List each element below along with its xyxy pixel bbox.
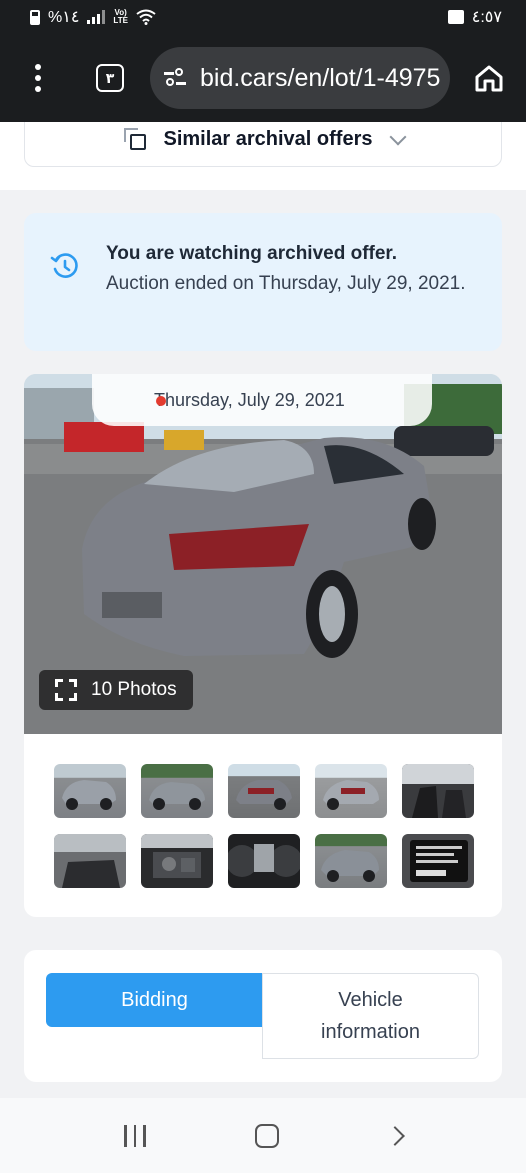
tab-bidding-label: Bidding bbox=[121, 988, 188, 1011]
status-left: %١٤ Vo) LTE bbox=[30, 7, 156, 27]
thumbnail-1[interactable] bbox=[54, 764, 126, 818]
photo-gallery: Thursday, July 29, 2021 10 Photos bbox=[24, 374, 502, 917]
battery-percent: %١٤ bbox=[48, 9, 80, 26]
browser-toolbar: ٣ bid.cars/en/lot/1-4975 bbox=[0, 34, 526, 122]
similar-offers-dropdown[interactable]: Similar archival offers bbox=[24, 122, 502, 167]
chevron-down-icon bbox=[389, 128, 407, 145]
status-bar: %١٤ Vo) LTE ٤:٥٧ bbox=[0, 0, 526, 34]
status-right: ٤:٥٧ bbox=[447, 7, 502, 27]
tab-count: ٣ bbox=[105, 69, 115, 86]
tab-switcher-button[interactable]: ٣ bbox=[96, 64, 124, 92]
site-settings-icon[interactable] bbox=[164, 68, 186, 88]
thumbnail-3[interactable] bbox=[228, 764, 300, 818]
browser-menu-icon[interactable] bbox=[28, 64, 48, 92]
notice-title: You are watching archived offer. bbox=[106, 243, 398, 264]
thumbnail-2[interactable] bbox=[141, 764, 213, 818]
history-icon bbox=[50, 253, 78, 278]
thumbnail-5[interactable] bbox=[402, 764, 474, 818]
tab-vehicle-information-label: Vehicle information bbox=[321, 989, 420, 1043]
thumbnail-9[interactable] bbox=[315, 834, 387, 888]
photos-count-button[interactable]: 10 Photos bbox=[39, 670, 193, 710]
photos-count-label: 10 Photos bbox=[91, 679, 177, 700]
thumbnail-8[interactable] bbox=[228, 834, 300, 888]
signal-icon bbox=[87, 10, 106, 24]
notice-body: Auction ended on Thursday, July 29, 2021… bbox=[106, 273, 466, 294]
gallery-notification-icon bbox=[447, 10, 464, 24]
notice-text: You are watching archived offer. Auction… bbox=[106, 239, 466, 351]
copy-icon bbox=[122, 126, 150, 154]
main-photo[interactable]: Thursday, July 29, 2021 10 Photos bbox=[24, 374, 502, 734]
auction-date: Thursday, July 29, 2021 bbox=[154, 389, 345, 410]
thumbnail-4[interactable] bbox=[315, 764, 387, 818]
archived-notice: You are watching archived offer. Auction… bbox=[24, 213, 502, 351]
back-icon[interactable] bbox=[384, 1125, 405, 1146]
thumbnail-6[interactable] bbox=[54, 834, 126, 888]
system-navigation-bar bbox=[0, 1098, 526, 1173]
home-icon[interactable] bbox=[474, 64, 504, 92]
auction-date-label: Thursday, July 29, 2021 bbox=[92, 374, 432, 426]
thumbnail-7[interactable] bbox=[141, 834, 213, 888]
live-dot-icon bbox=[156, 396, 166, 406]
tab-vehicle-information[interactable]: Vehicle information bbox=[262, 973, 479, 1059]
clock: ٤:٥٧ bbox=[471, 9, 502, 26]
home-button-icon[interactable] bbox=[254, 1123, 279, 1148]
url-text: bid.cars/en/lot/1-4975 bbox=[200, 63, 441, 92]
volte-icon: Vo) LTE bbox=[113, 8, 128, 25]
wifi-icon bbox=[136, 9, 156, 25]
page-content: Similar archival offers You are watching… bbox=[0, 122, 526, 1098]
recents-icon[interactable] bbox=[124, 1124, 146, 1147]
similar-offers-label: Similar archival offers bbox=[163, 128, 373, 150]
lot-tabs: Bidding Vehicle information bbox=[24, 950, 502, 1082]
battery-icon bbox=[30, 9, 40, 25]
thumbnail-10[interactable] bbox=[402, 834, 474, 888]
thumbnail-grid bbox=[54, 764, 474, 888]
address-bar[interactable]: bid.cars/en/lot/1-4975 bbox=[150, 47, 450, 109]
tab-bidding[interactable]: Bidding bbox=[46, 973, 263, 1027]
fullscreen-icon bbox=[55, 679, 77, 701]
